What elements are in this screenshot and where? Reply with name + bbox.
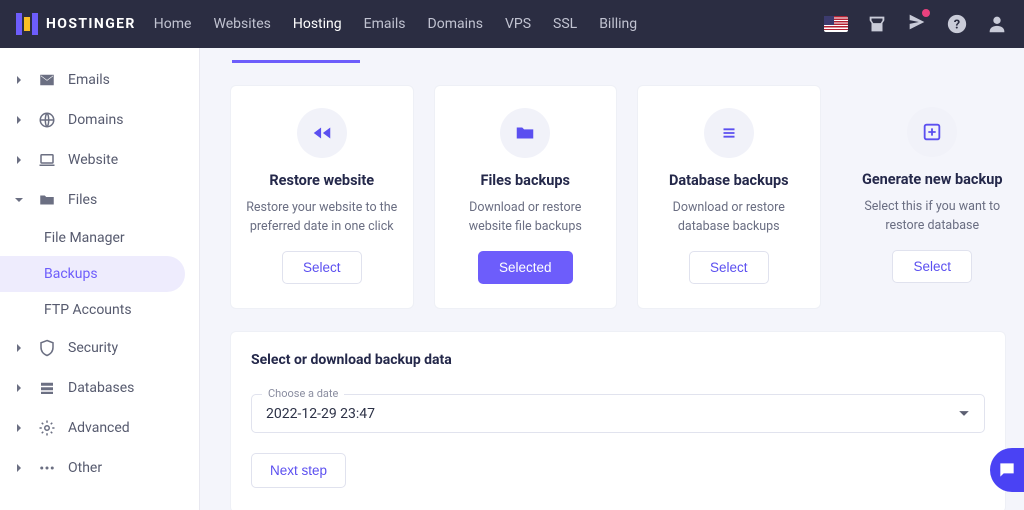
backup-option-cards: Restore website Restore your website to … — [230, 85, 1024, 309]
mail-icon — [38, 71, 56, 89]
notifications-icon[interactable] — [906, 11, 928, 37]
date-select-label: Choose a date — [262, 387, 344, 400]
shield-icon — [38, 339, 56, 357]
top-right: ? — [824, 11, 1008, 37]
sidebar-item-databases[interactable]: Databases — [0, 368, 199, 408]
chevron-right-icon — [14, 155, 24, 165]
date-select-value: 2022-12-29 23:47 — [266, 406, 375, 422]
sidebar-item-website[interactable]: Website — [0, 140, 199, 180]
nav-vps[interactable]: VPS — [505, 16, 531, 32]
brand-logo[interactable]: HOSTINGER — [16, 13, 136, 35]
list-icon — [704, 108, 754, 158]
chevron-right-icon — [14, 75, 24, 85]
card-title: Files backups — [449, 172, 603, 189]
panel-title: Select or download backup data — [251, 352, 985, 368]
sidebar-item-label: Advanced — [68, 420, 185, 436]
select-database-button[interactable]: Select — [689, 251, 769, 284]
nav-ssl[interactable]: SSL — [553, 16, 577, 32]
nav-websites[interactable]: Websites — [213, 16, 270, 32]
next-step-button[interactable]: Next step — [251, 453, 346, 488]
sidebar-item-emails[interactable]: Emails — [0, 60, 199, 100]
card-database-backups: Database backups Download or restore dat… — [637, 85, 821, 309]
plus-square-icon — [907, 107, 957, 157]
notification-dot — [922, 9, 930, 17]
date-select[interactable]: Choose a date 2022-12-29 23:47 — [251, 394, 985, 433]
svg-text:?: ? — [954, 18, 960, 33]
globe-icon — [38, 111, 56, 129]
card-title: Database backups — [652, 172, 806, 189]
sidebar-item-other[interactable]: Other — [0, 448, 199, 488]
account-icon[interactable] — [986, 13, 1008, 35]
card-restore-website: Restore website Restore your website to … — [230, 85, 414, 309]
nav-home[interactable]: Home — [154, 16, 192, 32]
sidebar-item-label: Domains — [68, 112, 185, 128]
sidebar: Emails Domains Website Files File Manage… — [0, 48, 200, 510]
sidebar-sub-ftp-accounts[interactable]: FTP Accounts — [0, 292, 199, 328]
card-desc: Select this if you want to restore datab… — [855, 198, 1010, 236]
selected-files-button[interactable]: Selected — [478, 251, 573, 284]
brand-name: HOSTINGER — [46, 16, 136, 32]
flag-us-icon[interactable] — [824, 16, 848, 32]
dots-icon — [38, 459, 56, 477]
rewind-icon — [297, 108, 347, 158]
card-files-backups: Files backups Download or restore websit… — [434, 85, 618, 309]
nav-emails[interactable]: Emails — [364, 16, 406, 32]
gear-icon — [38, 419, 56, 437]
top-bar: HOSTINGER Home Websites Hosting Emails D… — [0, 0, 1024, 48]
card-title: Generate new backup — [855, 171, 1010, 188]
laptop-icon — [38, 151, 56, 169]
chevron-right-icon — [14, 115, 24, 125]
sidebar-item-label: Databases — [68, 380, 185, 396]
sidebar-item-label: Other — [68, 460, 185, 476]
sidebar-item-files[interactable]: Files — [0, 180, 199, 220]
backup-data-panel: Select or download backup data Choose a … — [230, 331, 1006, 510]
chevron-right-icon — [14, 343, 24, 353]
sidebar-item-security[interactable]: Security — [0, 328, 199, 368]
card-desc: Download or restore database backups — [652, 199, 806, 237]
chevron-right-icon — [14, 423, 24, 433]
sidebar-item-domains[interactable]: Domains — [0, 100, 199, 140]
sidebar-sub-backups[interactable]: Backups — [0, 256, 185, 292]
sidebar-item-advanced[interactable]: Advanced — [0, 408, 199, 448]
chevron-down-icon — [958, 404, 970, 423]
card-desc: Download or restore website file backups — [449, 199, 603, 237]
chevron-right-icon — [14, 463, 24, 473]
chevron-right-icon — [14, 383, 24, 393]
sidebar-item-label: Files — [68, 192, 185, 208]
active-tab-indicator — [232, 60, 360, 63]
help-icon[interactable]: ? — [946, 13, 968, 35]
select-restore-button[interactable]: Select — [282, 251, 362, 284]
main-content: Restore website Restore your website to … — [200, 48, 1024, 510]
nav-hosting[interactable]: Hosting — [293, 16, 342, 32]
nav-billing[interactable]: Billing — [599, 16, 637, 32]
select-generate-button[interactable]: Select — [892, 250, 972, 283]
nav-domains[interactable]: Domains — [428, 16, 483, 32]
store-icon[interactable] — [866, 13, 888, 35]
folder-icon — [38, 191, 56, 209]
sidebar-item-label: Security — [68, 340, 185, 356]
top-nav: Home Websites Hosting Emails Domains VPS… — [154, 16, 637, 32]
card-desc: Restore your website to the preferred da… — [245, 199, 399, 237]
card-generate-backup: Generate new backup Select this if you w… — [841, 85, 1024, 309]
sidebar-item-label: Website — [68, 152, 185, 168]
chevron-down-icon — [14, 195, 24, 205]
card-title: Restore website — [245, 172, 399, 189]
database-icon — [38, 379, 56, 397]
sidebar-sub-file-manager[interactable]: File Manager — [0, 220, 199, 256]
chat-icon — [997, 460, 1017, 480]
sidebar-item-label: Emails — [68, 72, 185, 88]
logo-mark — [16, 13, 38, 35]
folder-icon — [500, 108, 550, 158]
